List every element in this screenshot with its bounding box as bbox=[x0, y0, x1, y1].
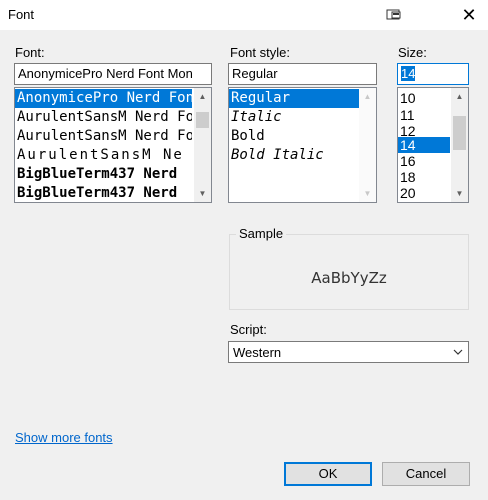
font-style-scrollbar: ▲ ▼ bbox=[359, 88, 376, 202]
scroll-up-icon[interactable]: ▲ bbox=[451, 88, 468, 105]
font-style-item[interactable]: Bold Italic bbox=[229, 146, 360, 165]
show-more-fonts-link[interactable]: Show more fonts bbox=[15, 430, 113, 445]
scroll-down-icon[interactable]: ▼ bbox=[451, 185, 468, 202]
title-bar: Font ✕ bbox=[0, 0, 488, 30]
scroll-up-icon: ▲ bbox=[363, 92, 372, 101]
font-style-item[interactable]: Italic bbox=[229, 108, 360, 127]
font-name-input[interactable]: AnonymicePro Nerd Font Mon bbox=[14, 63, 212, 85]
font-list-item[interactable]: AurulentSansM Nerd Fon bbox=[15, 108, 192, 127]
scroll-down-icon: ▼ bbox=[363, 189, 372, 198]
window-icon[interactable] bbox=[386, 8, 402, 22]
chevron-down-icon bbox=[452, 346, 464, 358]
size-input[interactable]: 14 bbox=[397, 63, 469, 85]
font-style-item[interactable]: Bold bbox=[229, 127, 360, 146]
script-value: Western bbox=[233, 345, 282, 360]
font-list-item[interactable]: BigBlueTerm437 Nerd bbox=[15, 184, 192, 202]
scroll-down-icon[interactable]: ▼ bbox=[194, 185, 211, 202]
size-label: Size: bbox=[398, 45, 427, 60]
scroll-thumb[interactable] bbox=[196, 112, 209, 128]
sample-group: Sample AaBbYyZz bbox=[229, 226, 469, 310]
close-icon[interactable]: ✕ bbox=[458, 5, 480, 25]
font-list-item[interactable]: AurulentSansM Nerd Fon bbox=[15, 127, 192, 146]
font-name-value: AnonymicePro Nerd Font Mon bbox=[18, 66, 193, 81]
size-item[interactable]: 14 bbox=[398, 137, 450, 153]
font-list-scrollbar[interactable]: ▲ ▼ bbox=[194, 88, 211, 202]
font-label: Font: bbox=[15, 45, 45, 60]
scroll-thumb[interactable] bbox=[453, 116, 466, 150]
font-list-item[interactable]: BigBlueTerm437 Nerd bbox=[15, 165, 192, 184]
sample-label: Sample bbox=[236, 226, 287, 241]
size-item[interactable]: 16 bbox=[398, 153, 450, 169]
font-style-list[interactable]: Regular Italic Bold Bold Italic ▲ ▼ bbox=[228, 87, 377, 203]
font-style-item[interactable]: Regular bbox=[229, 89, 360, 108]
size-list-scrollbar[interactable]: ▲ ▼ bbox=[451, 88, 468, 202]
script-select[interactable]: Western bbox=[228, 341, 469, 363]
size-item[interactable]: 18 bbox=[398, 169, 450, 185]
font-style-label: Font style: bbox=[230, 45, 290, 60]
font-style-value: Regular bbox=[232, 66, 278, 81]
cancel-button[interactable]: Cancel bbox=[382, 462, 470, 486]
font-list-item[interactable]: AurulentSansM Ne bbox=[15, 146, 192, 165]
size-value: 14 bbox=[401, 66, 416, 81]
scroll-up-icon[interactable]: ▲ bbox=[194, 88, 211, 105]
font-style-input[interactable]: Regular bbox=[228, 63, 377, 85]
ok-button[interactable]: OK bbox=[284, 462, 372, 486]
sample-text: AaBbYyZz bbox=[311, 269, 387, 287]
size-list[interactable]: 10 11 12 14 16 18 20 ▲ ▼ bbox=[397, 87, 469, 203]
window-title: Font bbox=[8, 7, 35, 22]
font-list-item[interactable]: AnonymicePro Nerd Font bbox=[15, 89, 192, 108]
font-list[interactable]: AnonymicePro Nerd Font AurulentSansM Ner… bbox=[14, 87, 212, 203]
script-label: Script: bbox=[230, 322, 267, 337]
size-item[interactable]: 20 bbox=[398, 185, 450, 201]
